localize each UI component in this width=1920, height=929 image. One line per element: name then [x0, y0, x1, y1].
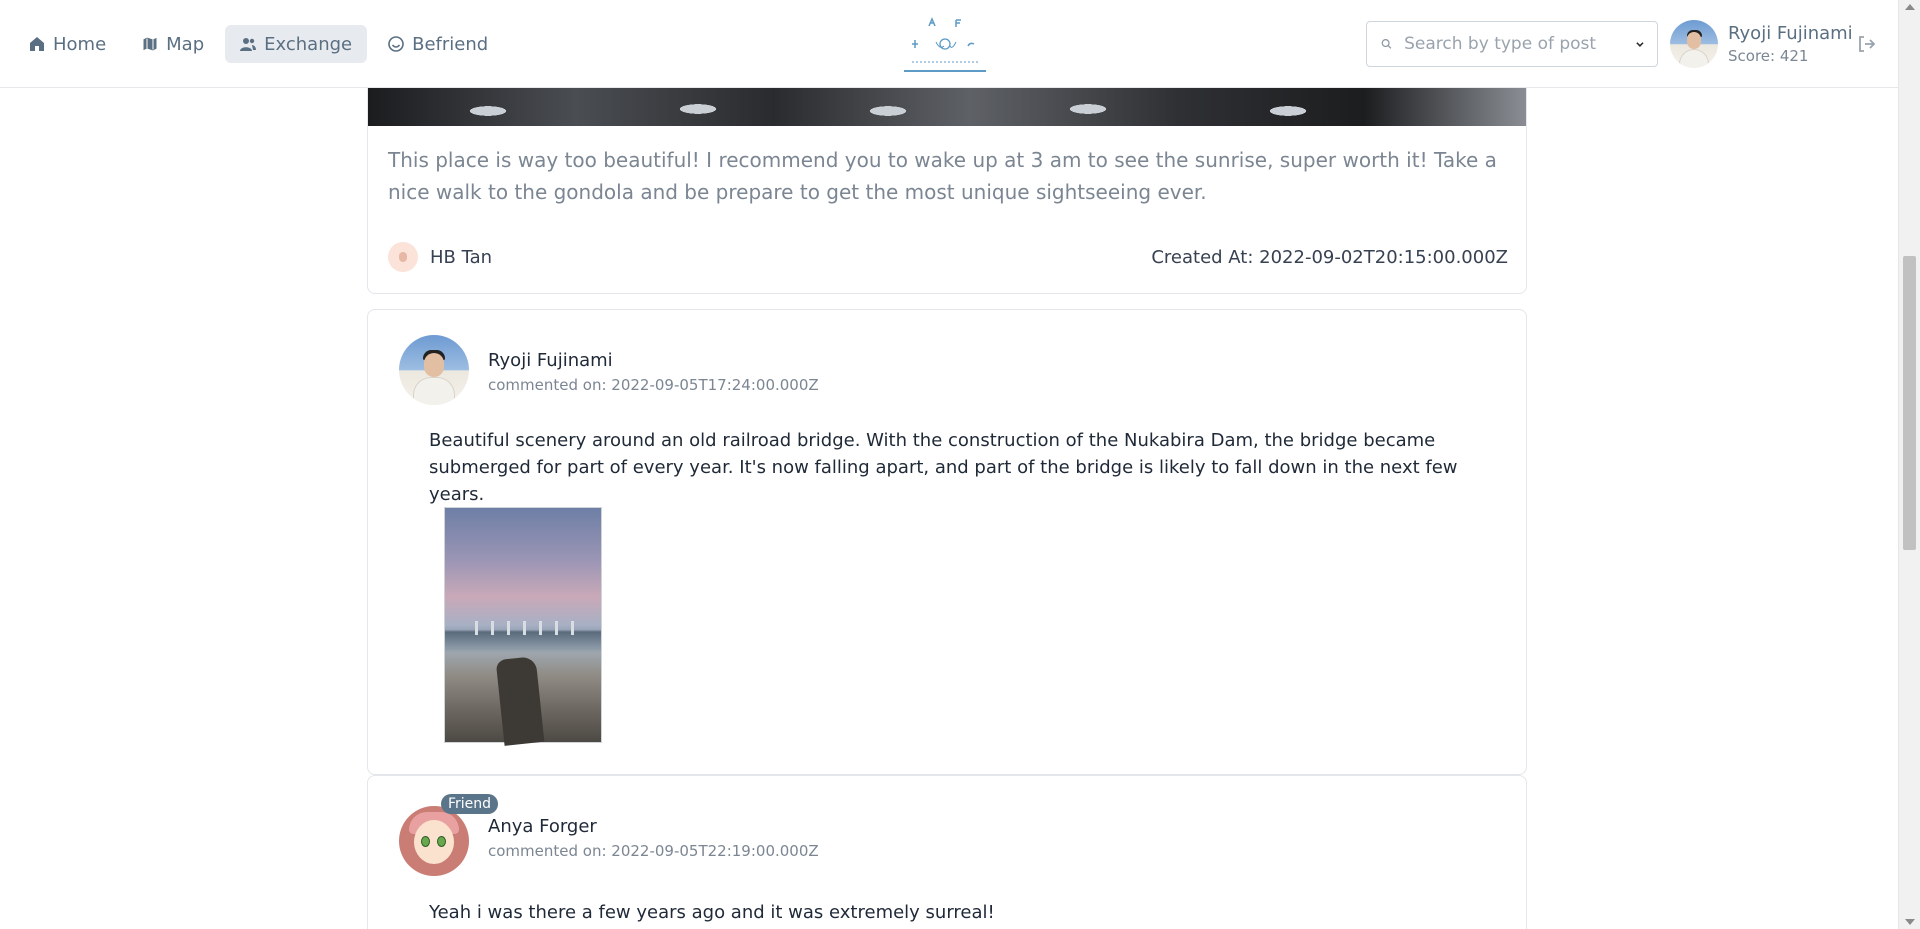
user-name: Ryoji Fujinami [1728, 23, 1853, 44]
smile-icon [388, 36, 404, 52]
nav-links: Home Map Exchange Befriend [14, 25, 503, 63]
post-created-at: Created At: 2022-09-02T20:15:00.000Z [1151, 246, 1508, 268]
nav-home[interactable]: Home [14, 25, 121, 63]
author-avatar[interactable] [388, 242, 418, 272]
comment-card: Ryoji Fujinami commented on: 2022-09-05T… [367, 309, 1527, 775]
commenter-name: Anya Forger [488, 816, 597, 837]
post-author[interactable]: HB Tan [388, 242, 492, 272]
user-avatar[interactable] [1670, 20, 1718, 68]
nav-exchange-label: Exchange [264, 33, 353, 55]
scroll-down-arrow[interactable] [1905, 919, 1915, 925]
nav-exchange[interactable]: Exchange [225, 25, 368, 63]
user-info: Ryoji Fujinami Score: 421 [1728, 23, 1853, 65]
user-profile[interactable]: Ryoji Fujinami Score: 421 [1670, 20, 1853, 68]
scroll-up-arrow[interactable] [1905, 4, 1915, 10]
nav-map[interactable]: Map [127, 25, 219, 63]
commenter-avatar[interactable] [399, 806, 469, 876]
chevron-down-icon[interactable] [1635, 36, 1645, 52]
nav-befriend[interactable]: Befriend [373, 25, 503, 63]
comment-text: Yeah i was there a few years ago and it … [429, 902, 995, 923]
commenter-avatar[interactable] [399, 335, 469, 405]
logo-graphic [912, 17, 978, 63]
map-icon [142, 36, 158, 52]
comment-date: commented on: 2022-09-05T22:19:00.000Z [488, 842, 819, 860]
comment-text: Beautiful scenery around an old railroad… [429, 430, 1458, 505]
app-logo[interactable] [904, 14, 986, 72]
comment-card: Friend Anya Forger commented on: 2022-09… [367, 775, 1527, 929]
scroll-thumb[interactable] [1903, 256, 1916, 550]
logout-icon[interactable] [1856, 34, 1876, 54]
nav-home-label: Home [53, 33, 107, 55]
author-name: HB Tan [430, 246, 493, 268]
nav-map-label: Map [166, 33, 205, 55]
post-type-search[interactable] [1366, 21, 1658, 67]
page-scrollbar[interactable] [1898, 0, 1920, 929]
search-icon [1381, 39, 1392, 49]
post-footer: HB Tan Created At: 2022-09-02T20:15:00.0… [388, 241, 1508, 273]
comment-date: commented on: 2022-09-05T17:24:00.000Z [488, 376, 819, 394]
user-score: Score: 421 [1728, 47, 1809, 65]
nav-befriend-label: Befriend [412, 33, 489, 55]
friend-badge: Friend [441, 794, 499, 814]
comment-photo[interactable] [444, 507, 602, 746]
top-navbar: Home Map Exchange Befriend Search by typ… [0, 0, 1898, 88]
commenter-name: Ryoji Fujinami [488, 350, 613, 371]
home-icon [30, 37, 44, 51]
users-icon [240, 38, 257, 51]
post-text: This place is way too beautiful! I recom… [388, 148, 1497, 204]
search-input[interactable] [1404, 34, 1624, 54]
post-card: This place is way too beautiful! I recom… [367, 60, 1527, 294]
